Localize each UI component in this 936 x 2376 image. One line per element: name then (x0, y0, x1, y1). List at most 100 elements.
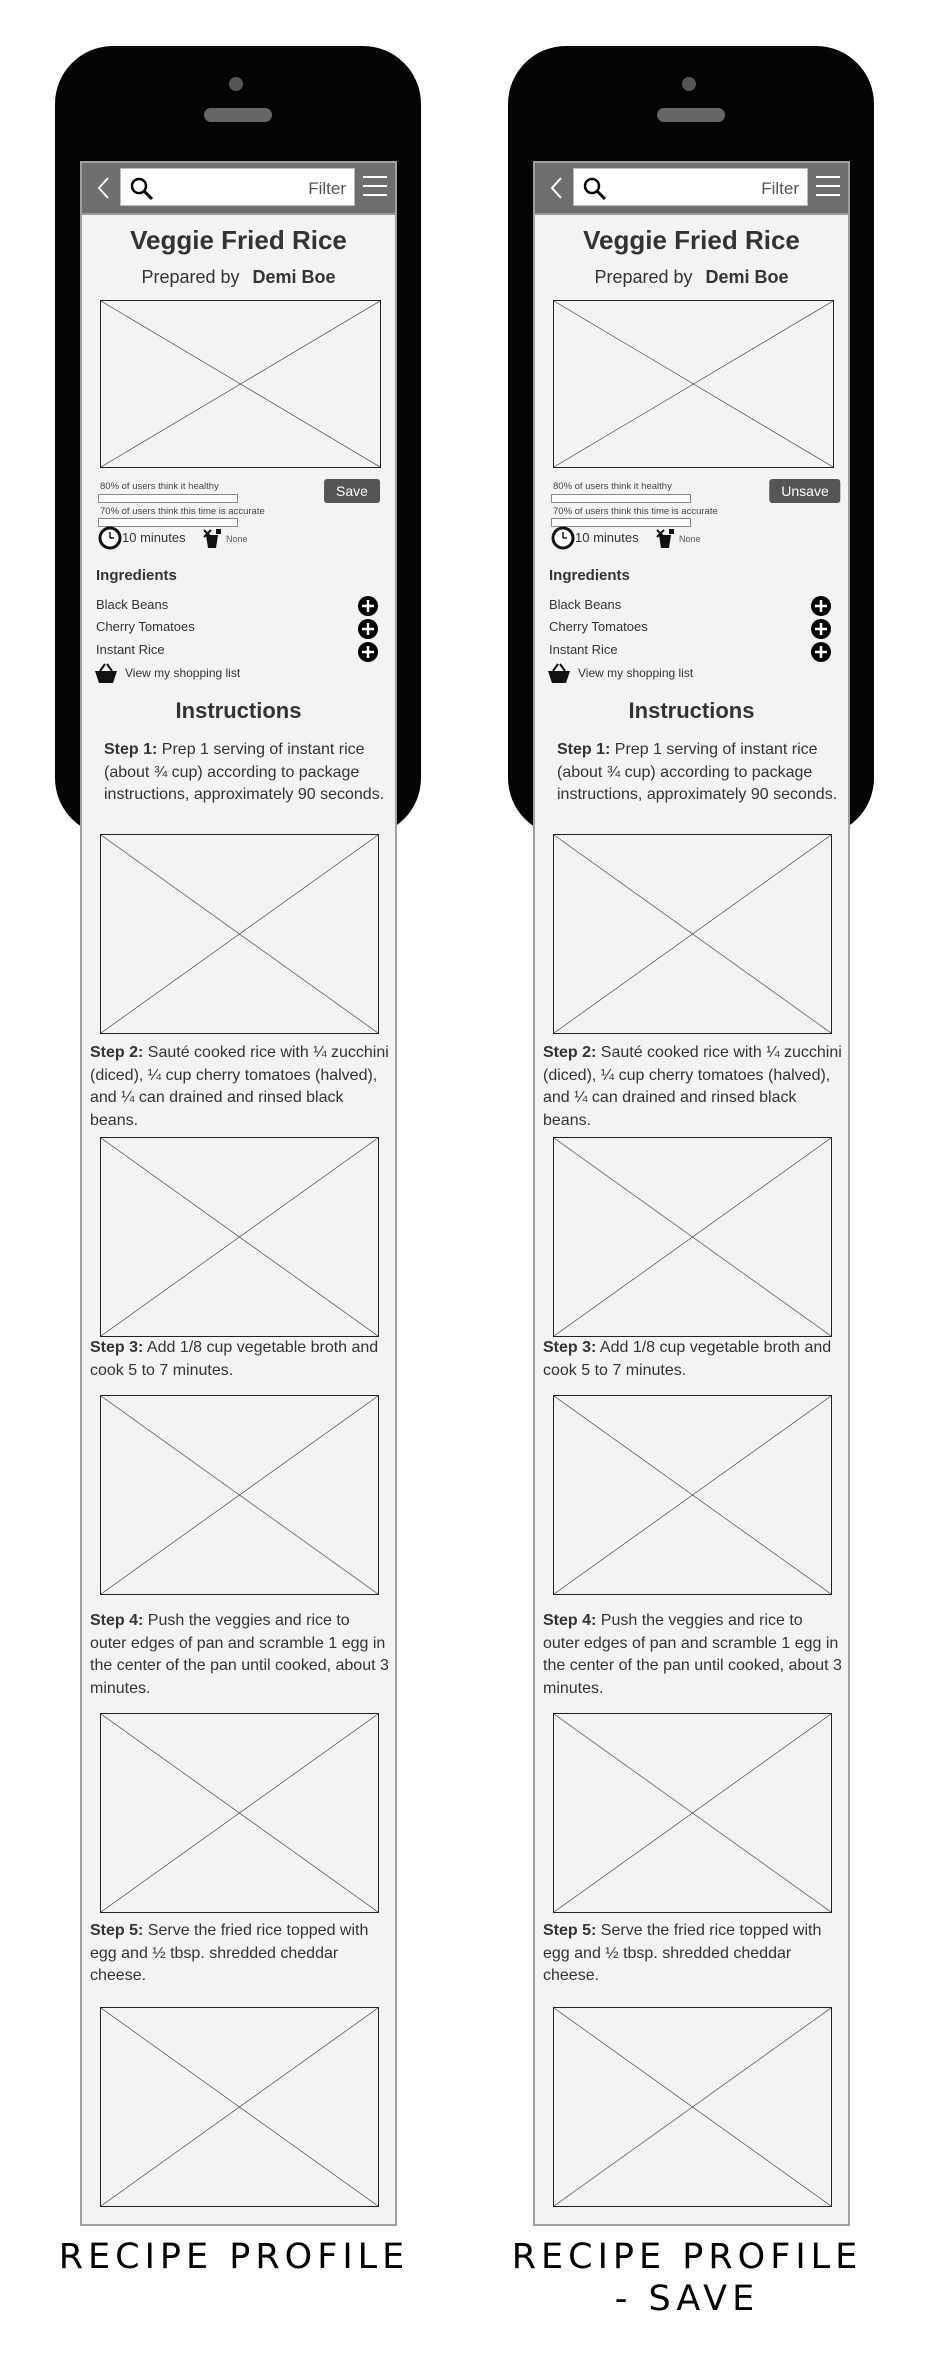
cook-time: 10 minutes (122, 530, 186, 545)
prepared-by-label: Prepared by (594, 267, 693, 287)
clock-icon (551, 526, 575, 550)
add-ingredient-icon[interactable] (811, 642, 831, 662)
back-button[interactable] (540, 170, 574, 206)
allergen-text: None (226, 534, 248, 544)
step-label: Step 4: (90, 1612, 144, 1629)
recipe-profile-mockup: Filter Veggie Fried Rice Prepared by Dem… (0, 0, 468, 2376)
shopping-list-link[interactable]: View my shopping list (578, 666, 693, 680)
step-4-text: Step 4: Push the veggies and rice to out… (90, 1610, 390, 1700)
step-2-text: Step 2: Sauté cooked rice with ¼ zucchin… (90, 1042, 390, 1132)
recipe-image-placeholder (100, 300, 381, 468)
step-5-text: Step 5: Serve the fried rice topped with… (543, 1920, 843, 1988)
add-ingredient-icon[interactable] (358, 642, 378, 662)
instructions-heading: Instructions (175, 698, 302, 723)
search-input[interactable]: Filter (120, 168, 355, 206)
step-label: Step 3: (90, 1339, 144, 1356)
step-3-image-placeholder (553, 1395, 832, 1595)
top-bar: Filter (82, 163, 395, 215)
healthy-rating-bar[interactable] (551, 494, 691, 503)
filter-button[interactable]: Filter (761, 179, 799, 199)
step-label: Step 3: (543, 1339, 597, 1356)
step-5-image-placeholder (100, 2007, 379, 2207)
chef-name-link[interactable]: Demi Boe (253, 267, 336, 287)
ingredients-heading: Ingredients (549, 567, 630, 584)
step-label: Step 2: (543, 1044, 597, 1061)
hamburger-menu-icon[interactable] (363, 176, 387, 198)
top-bar: Filter (535, 163, 848, 215)
step-4-image-placeholder (553, 1713, 832, 1913)
phone-screen: Filter Veggie Fried Rice Prepared by Dem… (80, 161, 397, 2226)
add-ingredient-icon[interactable] (811, 596, 831, 616)
recipe-title: Veggie Fried Rice (583, 225, 800, 255)
step-label: Step 1: (104, 741, 158, 758)
step-label: Step 4: (543, 1612, 597, 1629)
shopping-list-link[interactable]: View my shopping list (125, 666, 240, 680)
add-ingredient-icon[interactable] (811, 619, 831, 639)
ingredient-item: Black Beans (96, 597, 169, 612)
accuracy-rating-label: 70% of users think this time is accurate (100, 506, 265, 517)
back-button[interactable] (87, 170, 121, 206)
prepared-by: Prepared by Demi Boe (82, 267, 395, 288)
recipe-image-placeholder (553, 300, 834, 468)
healthy-rating-label: 80% of users think it healthy (553, 481, 672, 492)
ingredient-item: Cherry Tomatoes (96, 619, 195, 634)
healthy-rating-label: 80% of users think it healthy (100, 481, 219, 492)
step-1-text: Step 1: Prep 1 serving of instant rice (… (557, 739, 842, 807)
prepared-by-label: Prepared by (141, 267, 240, 287)
chevron-left-icon (550, 177, 562, 199)
recipe-profile-save-mockup: Filter Veggie Fried Rice Prepared by Dem… (453, 0, 921, 2376)
ingredients-heading: Ingredients (96, 567, 177, 584)
step-2-image-placeholder (100, 1137, 379, 1337)
basket-icon (548, 663, 570, 683)
step-5-image-placeholder (553, 2007, 832, 2207)
speaker-icon (204, 108, 272, 122)
chef-name-link[interactable]: Demi Boe (706, 267, 789, 287)
search-input[interactable]: Filter (573, 168, 808, 206)
recipe-title: Veggie Fried Rice (130, 225, 347, 255)
step-1-image-placeholder (553, 834, 832, 1034)
clock-icon (98, 526, 122, 550)
prepared-by: Prepared by Demi Boe (535, 267, 848, 288)
ingredient-item: Instant Rice (96, 642, 165, 657)
step-label: Step 5: (543, 1922, 597, 1939)
add-ingredient-icon[interactable] (358, 619, 378, 639)
step-label: Step 1: (557, 741, 611, 758)
instructions-heading: Instructions (628, 698, 755, 723)
save-button[interactable]: Save (324, 479, 380, 503)
accuracy-rating-label: 70% of users think this time is accurate (553, 506, 718, 517)
filter-button[interactable]: Filter (308, 179, 346, 199)
chevron-left-icon (97, 177, 109, 199)
step-label: Step 2: (90, 1044, 144, 1061)
camera-icon (229, 77, 243, 91)
ingredient-item: Black Beans (549, 597, 622, 612)
allergen-icon (656, 529, 674, 548)
camera-icon (682, 77, 696, 91)
search-icon (130, 177, 154, 201)
allergen-text: None (679, 534, 701, 544)
step-2-text: Step 2: Sauté cooked rice with ¼ zucchin… (543, 1042, 843, 1132)
basket-icon (95, 663, 117, 683)
allergen-icon (203, 529, 221, 548)
step-5-text: Step 5: Serve the fried rice topped with… (90, 1920, 390, 1988)
cook-time: 10 minutes (575, 530, 639, 545)
step-3-image-placeholder (100, 1395, 379, 1595)
speaker-icon (657, 108, 725, 122)
ingredient-item: Cherry Tomatoes (549, 619, 648, 634)
mockup-caption: RECIPE PROFILE - SAVE (511, 2237, 863, 2319)
add-ingredient-icon[interactable] (358, 596, 378, 616)
phone-screen: Filter Veggie Fried Rice Prepared by Dem… (533, 161, 850, 2226)
step-4-image-placeholder (100, 1713, 379, 1913)
step-3-text: Step 3: Add 1/8 cup vegetable broth and … (90, 1337, 390, 1382)
ingredient-item: Instant Rice (549, 642, 618, 657)
healthy-rating-bar[interactable] (98, 494, 238, 503)
step-label: Step 5: (90, 1922, 144, 1939)
mockup-caption: RECIPE PROFILE (58, 2237, 410, 2277)
hamburger-menu-icon[interactable] (816, 176, 840, 198)
step-3-text: Step 3: Add 1/8 cup vegetable broth and … (543, 1337, 843, 1382)
step-1-text: Step 1: Prep 1 serving of instant rice (… (104, 739, 389, 807)
step-4-text: Step 4: Push the veggies and rice to out… (543, 1610, 843, 1700)
step-1-image-placeholder (100, 834, 379, 1034)
save-button[interactable]: Unsave (769, 479, 841, 503)
search-icon (583, 177, 607, 201)
step-2-image-placeholder (553, 1137, 832, 1337)
